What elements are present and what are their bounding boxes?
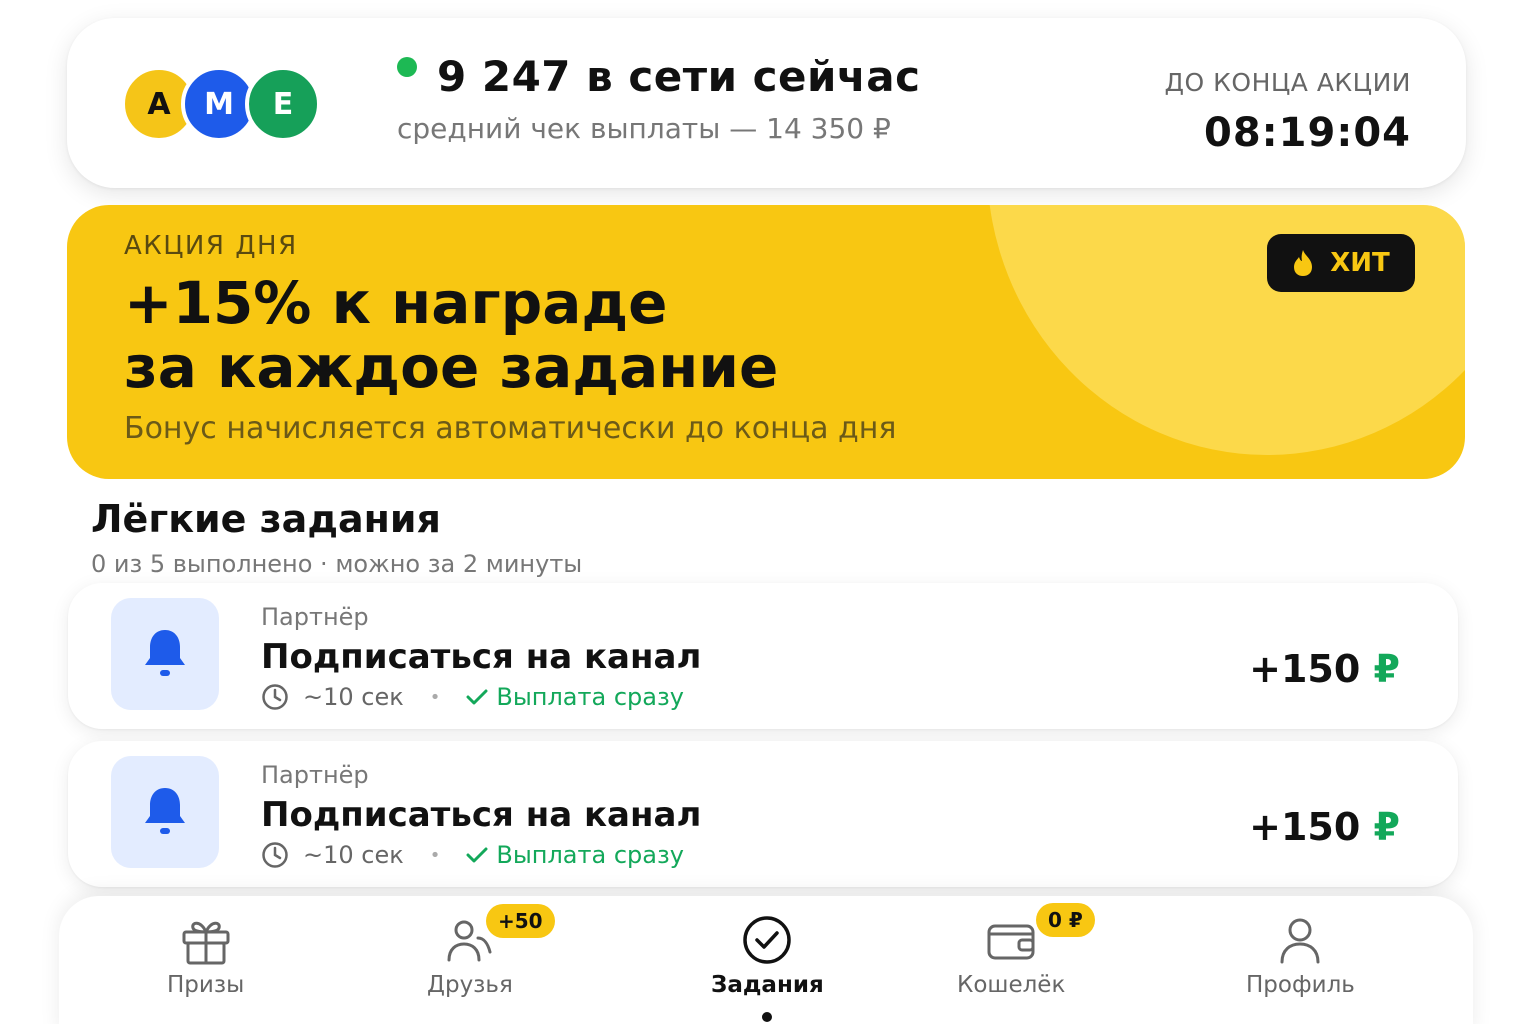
- promo-title-line: за каждое задание: [124, 333, 779, 401]
- wallet-badge: 0 ₽: [1036, 903, 1095, 937]
- user-icon: [1280, 918, 1320, 964]
- task-duration: ~10 сек: [303, 683, 404, 711]
- online-counter: 9 247 в сети сейчас: [397, 52, 921, 101]
- task-meta: ~10 сек • Выплата сразу: [261, 683, 684, 711]
- promo-kicker: АКЦИЯ ДНЯ: [124, 231, 298, 261]
- check-icon: [466, 689, 488, 705]
- gift-icon: [182, 921, 230, 965]
- task-kicker: Партнёр: [261, 761, 369, 789]
- promo-banner[interactable]: АКЦИЯ ДНЯ +15% к награде за каждое задан…: [67, 205, 1465, 479]
- hit-badge-label: ХИТ: [1330, 248, 1390, 278]
- section-title: Лёгкие задания: [91, 497, 441, 541]
- nav-item-profile[interactable]: Профиль: [1246, 914, 1355, 998]
- task-card[interactable]: Партнёр Подписаться на канал ~10 сек • В…: [68, 741, 1458, 887]
- bottom-nav: Призы Друзья +50 Задания Кошелёк 0 ₽ Про…: [59, 896, 1473, 1024]
- active-indicator: [762, 1012, 773, 1022]
- section-subtitle: 0 из 5 выполнено · можно за 2 минуты: [91, 550, 583, 578]
- reward-value: +150: [1249, 805, 1361, 849]
- fire-icon: [1294, 250, 1313, 276]
- wallet-icon: [987, 924, 1035, 960]
- timer-label: ДО КОНЦА АКЦИИ: [1164, 68, 1411, 97]
- countdown-timer: 08:19:04: [1204, 110, 1411, 156]
- avatar-stack: А М Е: [121, 66, 331, 142]
- task-duration: ~10 сек: [303, 841, 404, 869]
- nav-label: Профиль: [1246, 972, 1355, 998]
- nav-item-tasks[interactable]: Задания: [711, 914, 824, 1022]
- clock-icon: [262, 842, 288, 868]
- task-reward: +150 ₽: [1249, 805, 1400, 849]
- nav-label: Задания: [711, 972, 824, 998]
- average-check-text: средний чек выплаты — 14 350 ₽: [397, 112, 891, 145]
- avatar: Е: [245, 66, 321, 142]
- payout-label: Выплата сразу: [496, 841, 684, 869]
- promo-subtitle: Бонус начисляется автоматически до конца…: [124, 411, 897, 446]
- payout-label: Выплата сразу: [496, 683, 684, 711]
- nav-label: Друзья: [427, 972, 513, 998]
- meta-separator: •: [429, 686, 441, 708]
- check-circle-icon: [743, 916, 792, 964]
- payout-status: Выплата сразу: [466, 683, 684, 711]
- nav-label: Призы: [167, 972, 245, 998]
- meta-separator: •: [429, 844, 441, 866]
- friends-badge: +50: [486, 904, 555, 938]
- payout-status: Выплата сразу: [466, 841, 684, 869]
- clock-icon: [262, 684, 288, 710]
- task-icon-tile: [111, 598, 219, 710]
- task-meta: ~10 сек • Выплата сразу: [261, 841, 684, 869]
- online-status-card: А М Е 9 247 в сети сейчас средний чек вы…: [67, 18, 1466, 188]
- task-kicker: Партнёр: [261, 603, 369, 631]
- promo-title-line: +15% к награде: [124, 269, 668, 337]
- bell-icon: [145, 788, 185, 834]
- check-icon: [466, 847, 488, 863]
- reward-currency: ₽: [1373, 647, 1400, 691]
- task-reward: +150 ₽: [1249, 647, 1400, 691]
- task-title: Подписаться на канал: [261, 795, 702, 835]
- nav-item-prizes[interactable]: Призы: [167, 914, 244, 998]
- nav-label: Кошелёк: [957, 972, 1066, 998]
- reward-currency: ₽: [1373, 805, 1400, 849]
- task-title: Подписаться на канал: [261, 637, 702, 677]
- reward-value: +150: [1249, 647, 1361, 691]
- promo-title: +15% к награде за каждое задание: [124, 271, 778, 399]
- hit-badge: ХИТ: [1267, 234, 1415, 292]
- online-dot-icon: [397, 56, 417, 77]
- bell-icon: [145, 630, 185, 676]
- online-count-text: 9 247 в сети сейчас: [437, 52, 921, 101]
- task-icon-tile: [111, 756, 219, 868]
- task-card[interactable]: Партнёр Подписаться на канал ~10 сек • В…: [68, 583, 1458, 729]
